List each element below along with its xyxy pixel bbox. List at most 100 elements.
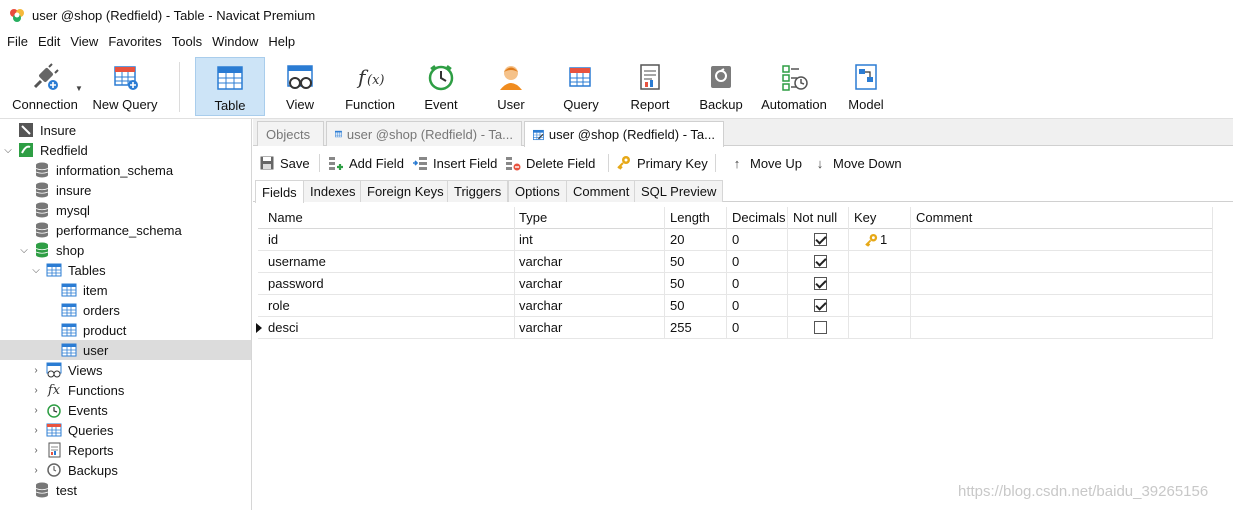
tree-item-tables-folder[interactable]: ⌵ Tables bbox=[0, 260, 251, 280]
chevron-down-icon[interactable]: ⌵ bbox=[18, 244, 30, 256]
tab-fields[interactable]: Fields bbox=[255, 180, 304, 203]
key-cell[interactable] bbox=[849, 295, 911, 317]
tab-indexes[interactable]: Indexes bbox=[303, 180, 363, 202]
tree-item-insure-db[interactable]: insure bbox=[0, 180, 251, 200]
tree-item-performance-schema[interactable]: performance_schema bbox=[0, 220, 251, 240]
field-type-cell[interactable]: varchar bbox=[514, 251, 665, 273]
field-length-cell[interactable]: 50 bbox=[665, 295, 727, 317]
delete-field-button[interactable]: Delete Field bbox=[505, 149, 595, 177]
menu-help[interactable]: Help bbox=[263, 30, 300, 54]
function-button[interactable]: f (x) Function bbox=[340, 57, 400, 116]
not-null-checkbox[interactable] bbox=[814, 255, 827, 268]
tree-item-backups-folder[interactable]: › Backups bbox=[0, 460, 251, 480]
field-length-cell[interactable]: 50 bbox=[665, 273, 727, 295]
chevron-right-icon[interactable]: › bbox=[30, 444, 42, 456]
chevron-down-icon[interactable]: ⌵ bbox=[30, 264, 42, 276]
move-down-button[interactable]: ↓ Move Down bbox=[812, 149, 902, 177]
tree-item-redfield-connection[interactable]: ⌵ Redfield bbox=[0, 140, 251, 160]
field-decimals-cell[interactable]: 0 bbox=[727, 273, 788, 295]
key-cell[interactable] bbox=[849, 317, 911, 339]
tab-objects[interactable]: Objects bbox=[257, 121, 324, 146]
connection-dropdown-arrow-icon[interactable]: ▼ bbox=[75, 84, 83, 93]
tree-item-test-db[interactable]: test bbox=[0, 480, 251, 500]
tree-item-table-item[interactable]: item bbox=[0, 280, 251, 300]
tab-user-table-2[interactable]: user @shop (Redfield) - Ta... bbox=[524, 121, 724, 147]
not-null-checkbox[interactable] bbox=[814, 277, 827, 290]
chevron-right-icon[interactable]: › bbox=[30, 404, 42, 416]
tab-foreign-keys[interactable]: Foreign Keys bbox=[360, 180, 451, 202]
field-length-cell[interactable]: 255 bbox=[665, 317, 727, 339]
tree-item-events-folder[interactable]: › Events bbox=[0, 400, 251, 420]
field-comment-cell[interactable] bbox=[911, 273, 1213, 295]
field-type-cell[interactable]: int bbox=[514, 229, 665, 251]
menu-favorites[interactable]: Favorites bbox=[103, 30, 166, 54]
field-comment-cell[interactable] bbox=[911, 251, 1213, 273]
model-button[interactable]: Model bbox=[836, 57, 896, 116]
save-button[interactable]: Save bbox=[259, 149, 310, 177]
new-query-button[interactable]: New Query bbox=[86, 57, 164, 116]
field-type-cell[interactable]: varchar bbox=[514, 295, 665, 317]
tree-item-shop-db[interactable]: ⌵ shop bbox=[0, 240, 251, 260]
not-null-checkbox[interactable] bbox=[814, 321, 827, 334]
field-name-cell[interactable]: id bbox=[263, 229, 515, 251]
menu-file[interactable]: File bbox=[2, 30, 33, 54]
tree-item-insure-connection[interactable]: Insure bbox=[0, 120, 251, 140]
column-header-not-null[interactable]: Not null bbox=[788, 207, 849, 229]
backup-button[interactable]: Backup bbox=[690, 57, 752, 116]
field-name-cell[interactable]: role bbox=[263, 295, 515, 317]
not-null-checkbox[interactable] bbox=[814, 233, 827, 246]
menu-tools[interactable]: Tools bbox=[167, 30, 207, 54]
field-name-cell[interactable]: username bbox=[263, 251, 515, 273]
field-comment-cell[interactable] bbox=[911, 295, 1213, 317]
not-null-checkbox[interactable] bbox=[814, 299, 827, 312]
tab-options[interactable]: Options bbox=[508, 180, 567, 202]
chevron-right-icon[interactable]: › bbox=[30, 364, 42, 376]
field-comment-cell[interactable] bbox=[911, 229, 1213, 251]
move-up-button[interactable]: ↑ Move Up bbox=[729, 149, 802, 177]
field-length-cell[interactable]: 50 bbox=[665, 251, 727, 273]
column-header-decimals[interactable]: Decimals bbox=[727, 207, 788, 229]
chevron-right-icon[interactable]: › bbox=[30, 464, 42, 476]
table-row[interactable]: id int 20 0 1 bbox=[258, 229, 1213, 251]
event-button[interactable]: Event bbox=[411, 57, 471, 116]
query-button[interactable]: Query bbox=[551, 57, 611, 116]
field-comment-cell[interactable] bbox=[911, 317, 1213, 339]
column-header-key[interactable]: Key bbox=[849, 207, 911, 229]
column-header-name[interactable]: Name bbox=[263, 207, 515, 229]
table-row[interactable]: role varchar 50 0 bbox=[258, 295, 1213, 317]
automation-button[interactable]: Automation bbox=[758, 57, 830, 116]
chevron-down-icon[interactable]: ⌵ bbox=[2, 144, 14, 156]
key-cell[interactable]: 1 bbox=[849, 229, 911, 251]
tree-item-table-orders[interactable]: orders bbox=[0, 300, 251, 320]
table-row[interactable]: username varchar 50 0 bbox=[258, 251, 1213, 273]
tree-item-functions-folder[interactable]: › fx Functions bbox=[0, 380, 251, 400]
field-length-cell[interactable]: 20 bbox=[665, 229, 727, 251]
column-header-comment[interactable]: Comment bbox=[911, 207, 1213, 229]
field-decimals-cell[interactable]: 0 bbox=[727, 229, 788, 251]
insert-field-button[interactable]: Insert Field bbox=[412, 149, 497, 177]
tab-comment[interactable]: Comment bbox=[566, 180, 637, 202]
primary-key-button[interactable]: Primary Key bbox=[616, 149, 708, 177]
tree-item-information-schema[interactable]: information_schema bbox=[0, 160, 251, 180]
add-field-button[interactable]: Add Field bbox=[328, 149, 404, 177]
menu-edit[interactable]: Edit bbox=[33, 30, 65, 54]
tree-item-table-user[interactable]: user bbox=[0, 340, 251, 360]
report-button[interactable]: Report bbox=[620, 57, 680, 116]
user-button[interactable]: User bbox=[481, 57, 541, 116]
column-header-length[interactable]: Length bbox=[665, 207, 727, 229]
key-cell[interactable] bbox=[849, 251, 911, 273]
column-header-type[interactable]: Type bbox=[514, 207, 665, 229]
tree-item-mysql-db[interactable]: mysql bbox=[0, 200, 251, 220]
chevron-right-icon[interactable]: › bbox=[30, 424, 42, 436]
field-name-cell[interactable]: desci bbox=[263, 317, 515, 339]
field-decimals-cell[interactable]: 0 bbox=[727, 295, 788, 317]
table-row[interactable]: password varchar 50 0 bbox=[258, 273, 1213, 295]
chevron-right-icon[interactable]: › bbox=[30, 384, 42, 396]
tab-user-table-1[interactable]: user @shop (Redfield) - Ta... bbox=[326, 121, 522, 146]
field-decimals-cell[interactable]: 0 bbox=[727, 317, 788, 339]
table-button[interactable]: Table bbox=[195, 57, 265, 116]
key-cell[interactable] bbox=[849, 273, 911, 295]
field-type-cell[interactable]: varchar bbox=[514, 273, 665, 295]
table-row[interactable]: desci varchar 255 0 bbox=[256, 317, 1213, 339]
tree-item-table-product[interactable]: product bbox=[0, 320, 251, 340]
